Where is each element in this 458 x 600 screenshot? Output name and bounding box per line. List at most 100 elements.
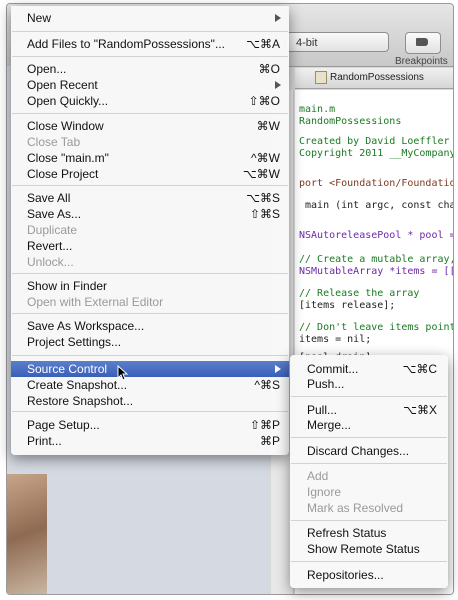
menu-item-open-quickly[interactable]: Open Quickly... ⇧⌘O: [11, 93, 289, 109]
submenu-arrow-icon: [275, 81, 281, 89]
submenu-item-discard-changes[interactable]: Discard Changes...: [290, 443, 448, 459]
code-line: [items release];: [299, 300, 396, 311]
submenu-item-mark-as-resolved: Mark as Resolved: [290, 500, 448, 516]
file-menu: New Add Files to "RandomPossessions"... ⌥⌘…: [11, 6, 289, 455]
code-line: items = nil;: [299, 334, 372, 345]
menu-item-create-snapshot[interactable]: Create Snapshot... ^⌘S: [11, 377, 289, 393]
code-line: Created by David Loeffler: [299, 136, 450, 147]
menu-item-close-window[interactable]: Close Window ⌘W: [11, 118, 289, 134]
menu-item-page-setup[interactable]: Page Setup... ⇧⌘P: [11, 417, 289, 433]
menu-item-shortcut: ⇧⌘S: [249, 207, 280, 221]
code-line: RandomPossessions: [299, 116, 402, 127]
submenu-item-show-remote-status[interactable]: Show Remote Status: [290, 541, 448, 557]
menu-item-shortcut: ⌘W: [256, 119, 280, 133]
menu-item-label: Page Setup...: [27, 418, 100, 432]
breakpoints-label: Breakpoints: [395, 56, 448, 67]
menu-item-revert[interactable]: Revert...: [11, 238, 289, 254]
menu-item-shortcut: ⌥⌘X: [403, 403, 437, 417]
menu-item-label: Close Project: [27, 167, 99, 181]
menu-item-add-files-to-randompossessions[interactable]: Add Files to "RandomPossessions"... ⌥⌘A: [11, 36, 289, 52]
menu-item-source-control[interactable]: Source Control: [11, 361, 289, 377]
menu-item-label: Save As Workspace...: [27, 319, 145, 333]
menu-item-close-tab: Close Tab: [11, 134, 289, 150]
menu-separator: [12, 56, 288, 57]
menu-item-duplicate: Duplicate: [11, 222, 289, 238]
menu-item-label: Open Recent: [27, 78, 98, 92]
code-line: // Don't leave items point: [299, 322, 454, 333]
menu-item-shortcut: ⌥⌘A: [246, 37, 280, 51]
menu-item-label: Save All: [27, 191, 71, 205]
submenu-arrow-icon: [275, 365, 281, 373]
file-icon: [315, 70, 327, 84]
code-line: Copyright 2011 __MyCompany: [299, 148, 454, 159]
menu-item-label: Save As...: [27, 207, 82, 221]
menu-item-save-all[interactable]: Save All ⌥⌘S: [11, 190, 289, 206]
menu-item-label: Restore Snapshot...: [27, 394, 134, 408]
menu-item-label: Revert...: [27, 239, 73, 253]
menu-item-label: Pull...: [307, 403, 338, 417]
scheme-popup[interactable]: 4-bit: [285, 32, 389, 52]
menu-item-label: Open Quickly...: [27, 94, 109, 108]
menu-item-shortcut: ⌥⌘W: [242, 167, 280, 181]
menu-item-save-as-workspace[interactable]: Save As Workspace...: [11, 318, 289, 334]
menu-item-close-project[interactable]: Close Project ⌥⌘W: [11, 166, 289, 182]
menu-separator: [12, 31, 288, 32]
menu-item-shortcut: ⌥⌘S: [246, 191, 280, 205]
code-line: // Create a mutable array,: [299, 254, 454, 265]
jumpbar-file-label: RandomPossessions: [330, 72, 424, 83]
jump-bar[interactable]: RandomPossessions: [295, 68, 453, 89]
submenu-item-commit[interactable]: Commit... ⌥⌘C: [290, 361, 448, 377]
menu-item-save-as[interactable]: Save As... ⇧⌘S: [11, 206, 289, 222]
menu-item-print[interactable]: Print... ⌘P: [11, 433, 289, 449]
menu-item-label: Source Control: [27, 362, 108, 376]
menu-item-shortcut: ^⌘S: [254, 378, 280, 392]
menu-item-new[interactable]: New: [11, 10, 289, 26]
menu-item-label: Discard Changes...: [307, 444, 410, 458]
menu-item-shortcut: ⌥⌘C: [402, 362, 438, 376]
menu-item-label: Refresh Status: [307, 526, 387, 540]
source-control-submenu: Commit... ⌥⌘C Push... Pull... ⌥⌘X Merge... Dis…: [290, 355, 448, 588]
submenu-item-merge[interactable]: Merge...: [290, 417, 448, 433]
breakpoints-button[interactable]: [405, 32, 441, 54]
menu-item-label: Push...: [307, 377, 345, 391]
menu-item-open-recent[interactable]: Open Recent: [11, 77, 289, 93]
menu-item-label: Close "main.m": [27, 151, 109, 165]
menu-separator: [291, 396, 447, 397]
desktop-background: [7, 474, 47, 594]
menu-separator: [291, 437, 447, 438]
menu-separator: [12, 185, 288, 186]
submenu-arrow-icon: [275, 14, 281, 22]
menu-item-close-main-m[interactable]: Close "main.m" ^⌘W: [11, 150, 289, 166]
menu-item-label: Repositories...: [307, 568, 384, 582]
submenu-item-pull[interactable]: Pull... ⌥⌘X: [290, 402, 448, 418]
code-line: main.m: [299, 104, 336, 115]
menu-item-open-with-external-editor: Open with External Editor: [11, 294, 289, 310]
menu-item-project-settings[interactable]: Project Settings...: [11, 334, 289, 350]
menu-item-shortcut: ^⌘W: [251, 151, 280, 165]
menu-item-label: Merge...: [307, 418, 352, 432]
menu-item-label: Project Settings...: [27, 335, 122, 349]
menu-item-label: Commit...: [307, 362, 359, 376]
submenu-item-refresh-status[interactable]: Refresh Status: [290, 525, 448, 541]
menu-item-label: Duplicate: [27, 223, 78, 237]
menu-item-open[interactable]: Open... ⌘O: [11, 61, 289, 77]
menu-item-label: Show Remote Status: [307, 542, 420, 556]
code-line: NSAutoreleasePool * pool =: [299, 230, 454, 241]
code-line: NSMutableArray *items = [[: [299, 266, 454, 277]
menu-item-shortcut: ⇧⌘O: [248, 94, 280, 108]
menu-item-label: Open with External Editor: [27, 295, 164, 309]
menu-item-restore-snapshot[interactable]: Restore Snapshot...: [11, 393, 289, 409]
menu-item-label: Close Tab: [27, 135, 81, 149]
menu-item-shortcut: ⌘O: [258, 62, 280, 76]
menu-separator: [12, 411, 288, 412]
menu-separator: [291, 561, 447, 562]
menu-item-label: New: [27, 11, 52, 25]
menu-item-label: Create Snapshot...: [27, 378, 128, 392]
submenu-item-repositories[interactable]: Repositories...: [290, 567, 448, 583]
submenu-item-ignore: Ignore: [290, 484, 448, 500]
menu-item-label: Print...: [27, 434, 62, 448]
menu-item-label: Close Window: [27, 119, 104, 133]
submenu-item-push[interactable]: Push...: [290, 376, 448, 392]
menu-item-show-in-finder[interactable]: Show in Finder: [11, 278, 289, 294]
code-line: // Release the array: [299, 288, 420, 299]
